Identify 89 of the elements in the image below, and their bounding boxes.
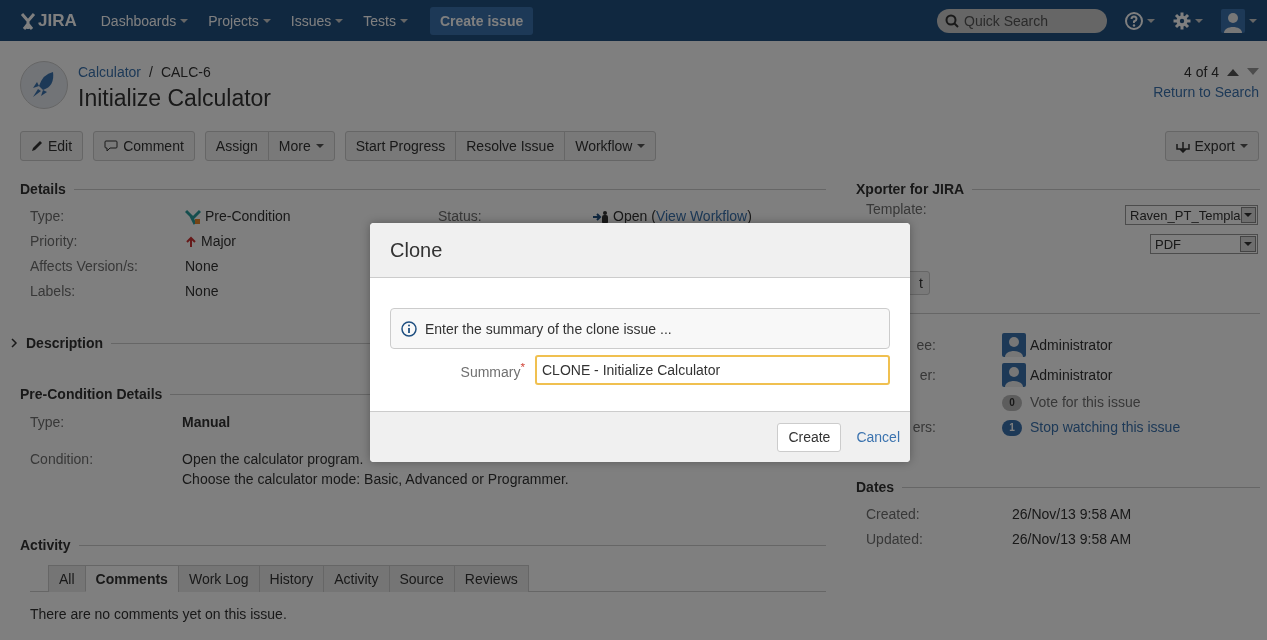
section-heading: Xporter for JIRA [856, 181, 965, 197]
arrow-up-icon [185, 235, 197, 248]
field-label: er: [919, 366, 936, 383]
create-button[interactable]: Create [777, 422, 842, 452]
field-label: Labels: [30, 282, 77, 301]
field-label: Priority: [30, 232, 79, 251]
export-button[interactable]: Export [1164, 131, 1259, 161]
create-issue-button[interactable]: Create issue [429, 6, 534, 35]
field-value: Major [185, 232, 236, 251]
summary-label: Summary$^{*}$ [459, 360, 525, 380]
activity-tab[interactable]: All [48, 565, 86, 592]
field-value: Manual [182, 413, 231, 432]
field-label: Template: [866, 201, 927, 219]
pencil-icon [31, 140, 43, 152]
activity-tab[interactable]: Work Log [177, 565, 260, 592]
field-label: Type: [30, 413, 66, 432]
section-heading[interactable]: Description [26, 335, 103, 351]
field-value: Pre-Condition [185, 207, 291, 226]
field-label: ers: [912, 419, 936, 435]
next-arrow-icon[interactable] [1247, 68, 1259, 76]
vote-count: 0 [1002, 394, 1022, 411]
condition-text: Open the calculator program. [182, 450, 364, 469]
help-icon[interactable] [1125, 11, 1143, 30]
watch-count: 1 [1002, 419, 1022, 436]
empty-comments-text: There are no comments yet on this issue. [29, 605, 288, 622]
user-name[interactable]: Administrator [1030, 335, 1113, 355]
toolbar-button[interactable]: Edit [20, 131, 84, 161]
summary-field[interactable]: CLONE - Initialize Calculator [535, 355, 890, 385]
toolbar-button[interactable]: Resolve Issue [455, 131, 566, 161]
toolbar-button[interactable]: More [267, 131, 335, 161]
user-avatar-icon [1221, 8, 1245, 33]
field-label: Status: [438, 207, 483, 226]
field-label: Affects Version/s: [30, 257, 139, 276]
template-select[interactable]: Raven_PT_Templa [1125, 205, 1258, 225]
info-icon [401, 320, 417, 337]
download-icon [1175, 139, 1190, 153]
info-text: Enter the summary of the clone issue ... [425, 320, 672, 337]
project-link[interactable]: Calculator [78, 64, 142, 80]
toolbar-button[interactable]: Comment [93, 131, 195, 161]
activity-tab[interactable]: Comments [84, 565, 179, 592]
open-status-icon [593, 209, 609, 224]
section-heading: Pre-Condition Details [20, 386, 163, 402]
field-label: ee: [916, 336, 936, 353]
format-select[interactable]: PDF [1150, 234, 1258, 254]
chevron-icon[interactable] [10, 338, 18, 348]
quick-search-field[interactable]: Quick Search [937, 8, 1107, 33]
nav-menu[interactable]: Issues [280, 12, 354, 29]
toolbar-button[interactable]: Workflow [564, 131, 657, 161]
activity-tab[interactable]: Source [388, 565, 455, 592]
field-value: None [185, 282, 219, 301]
cancel-link[interactable]: Cancel [856, 429, 900, 445]
nav-menu[interactable]: Projects [198, 12, 281, 29]
breadcrumb-separator: / [149, 64, 153, 80]
return-to-search-link[interactable]: Return to Search [1153, 84, 1259, 100]
field-value: 26/Nov/13 9:58 AM [1012, 530, 1132, 549]
dialog-title: Clone [390, 238, 443, 262]
field-value: None [185, 257, 219, 276]
toolbar-button[interactable]: Start Progress [344, 131, 457, 161]
section-heading: Dates [856, 479, 895, 495]
speech-bubble-icon [104, 140, 119, 152]
section-heading: Activity [20, 537, 71, 553]
vote-link[interactable]: Vote for this issue [1030, 393, 1141, 412]
field-value: 26/Nov/13 9:58 AM [1012, 505, 1132, 524]
pager-count: 4 of 4 [1183, 64, 1219, 80]
field-label: Created: [866, 505, 921, 524]
issue-key[interactable]: CALC-6 [160, 64, 211, 80]
settings-icon[interactable] [1173, 11, 1191, 30]
toolbar-button[interactable]: Assign [204, 131, 269, 161]
precondition-icon [185, 208, 201, 225]
jira-logo[interactable]: JIRA [20, 10, 77, 31]
nav-menu[interactable]: Dashboards [90, 12, 199, 29]
field-label: Condition: [30, 450, 95, 469]
user-icon [1002, 333, 1026, 357]
activity-tab[interactable]: Activity [323, 565, 390, 592]
field-label: Type: [30, 207, 66, 226]
field-value: Open [613, 207, 648, 226]
search-icon [945, 13, 959, 28]
required-mark: * [520, 360, 525, 374]
field-label: Updated: [866, 530, 924, 549]
nav-menu[interactable]: Tests [353, 12, 418, 29]
watch-link[interactable]: Stop watching this issue [1030, 418, 1181, 437]
previous-arrow-icon[interactable] [1227, 68, 1239, 76]
section-heading: Details [20, 181, 66, 197]
issue-title: Initialize Calculator [78, 85, 272, 112]
user-icon [1002, 363, 1026, 387]
condition-text: Choose the calculator mode: Basic, Advanced or Programmer. [182, 470, 569, 489]
user-name[interactable]: Administrator [1030, 365, 1113, 385]
activity-tab[interactable]: Reviews [453, 565, 529, 592]
activity-tab[interactable]: History [258, 565, 325, 592]
